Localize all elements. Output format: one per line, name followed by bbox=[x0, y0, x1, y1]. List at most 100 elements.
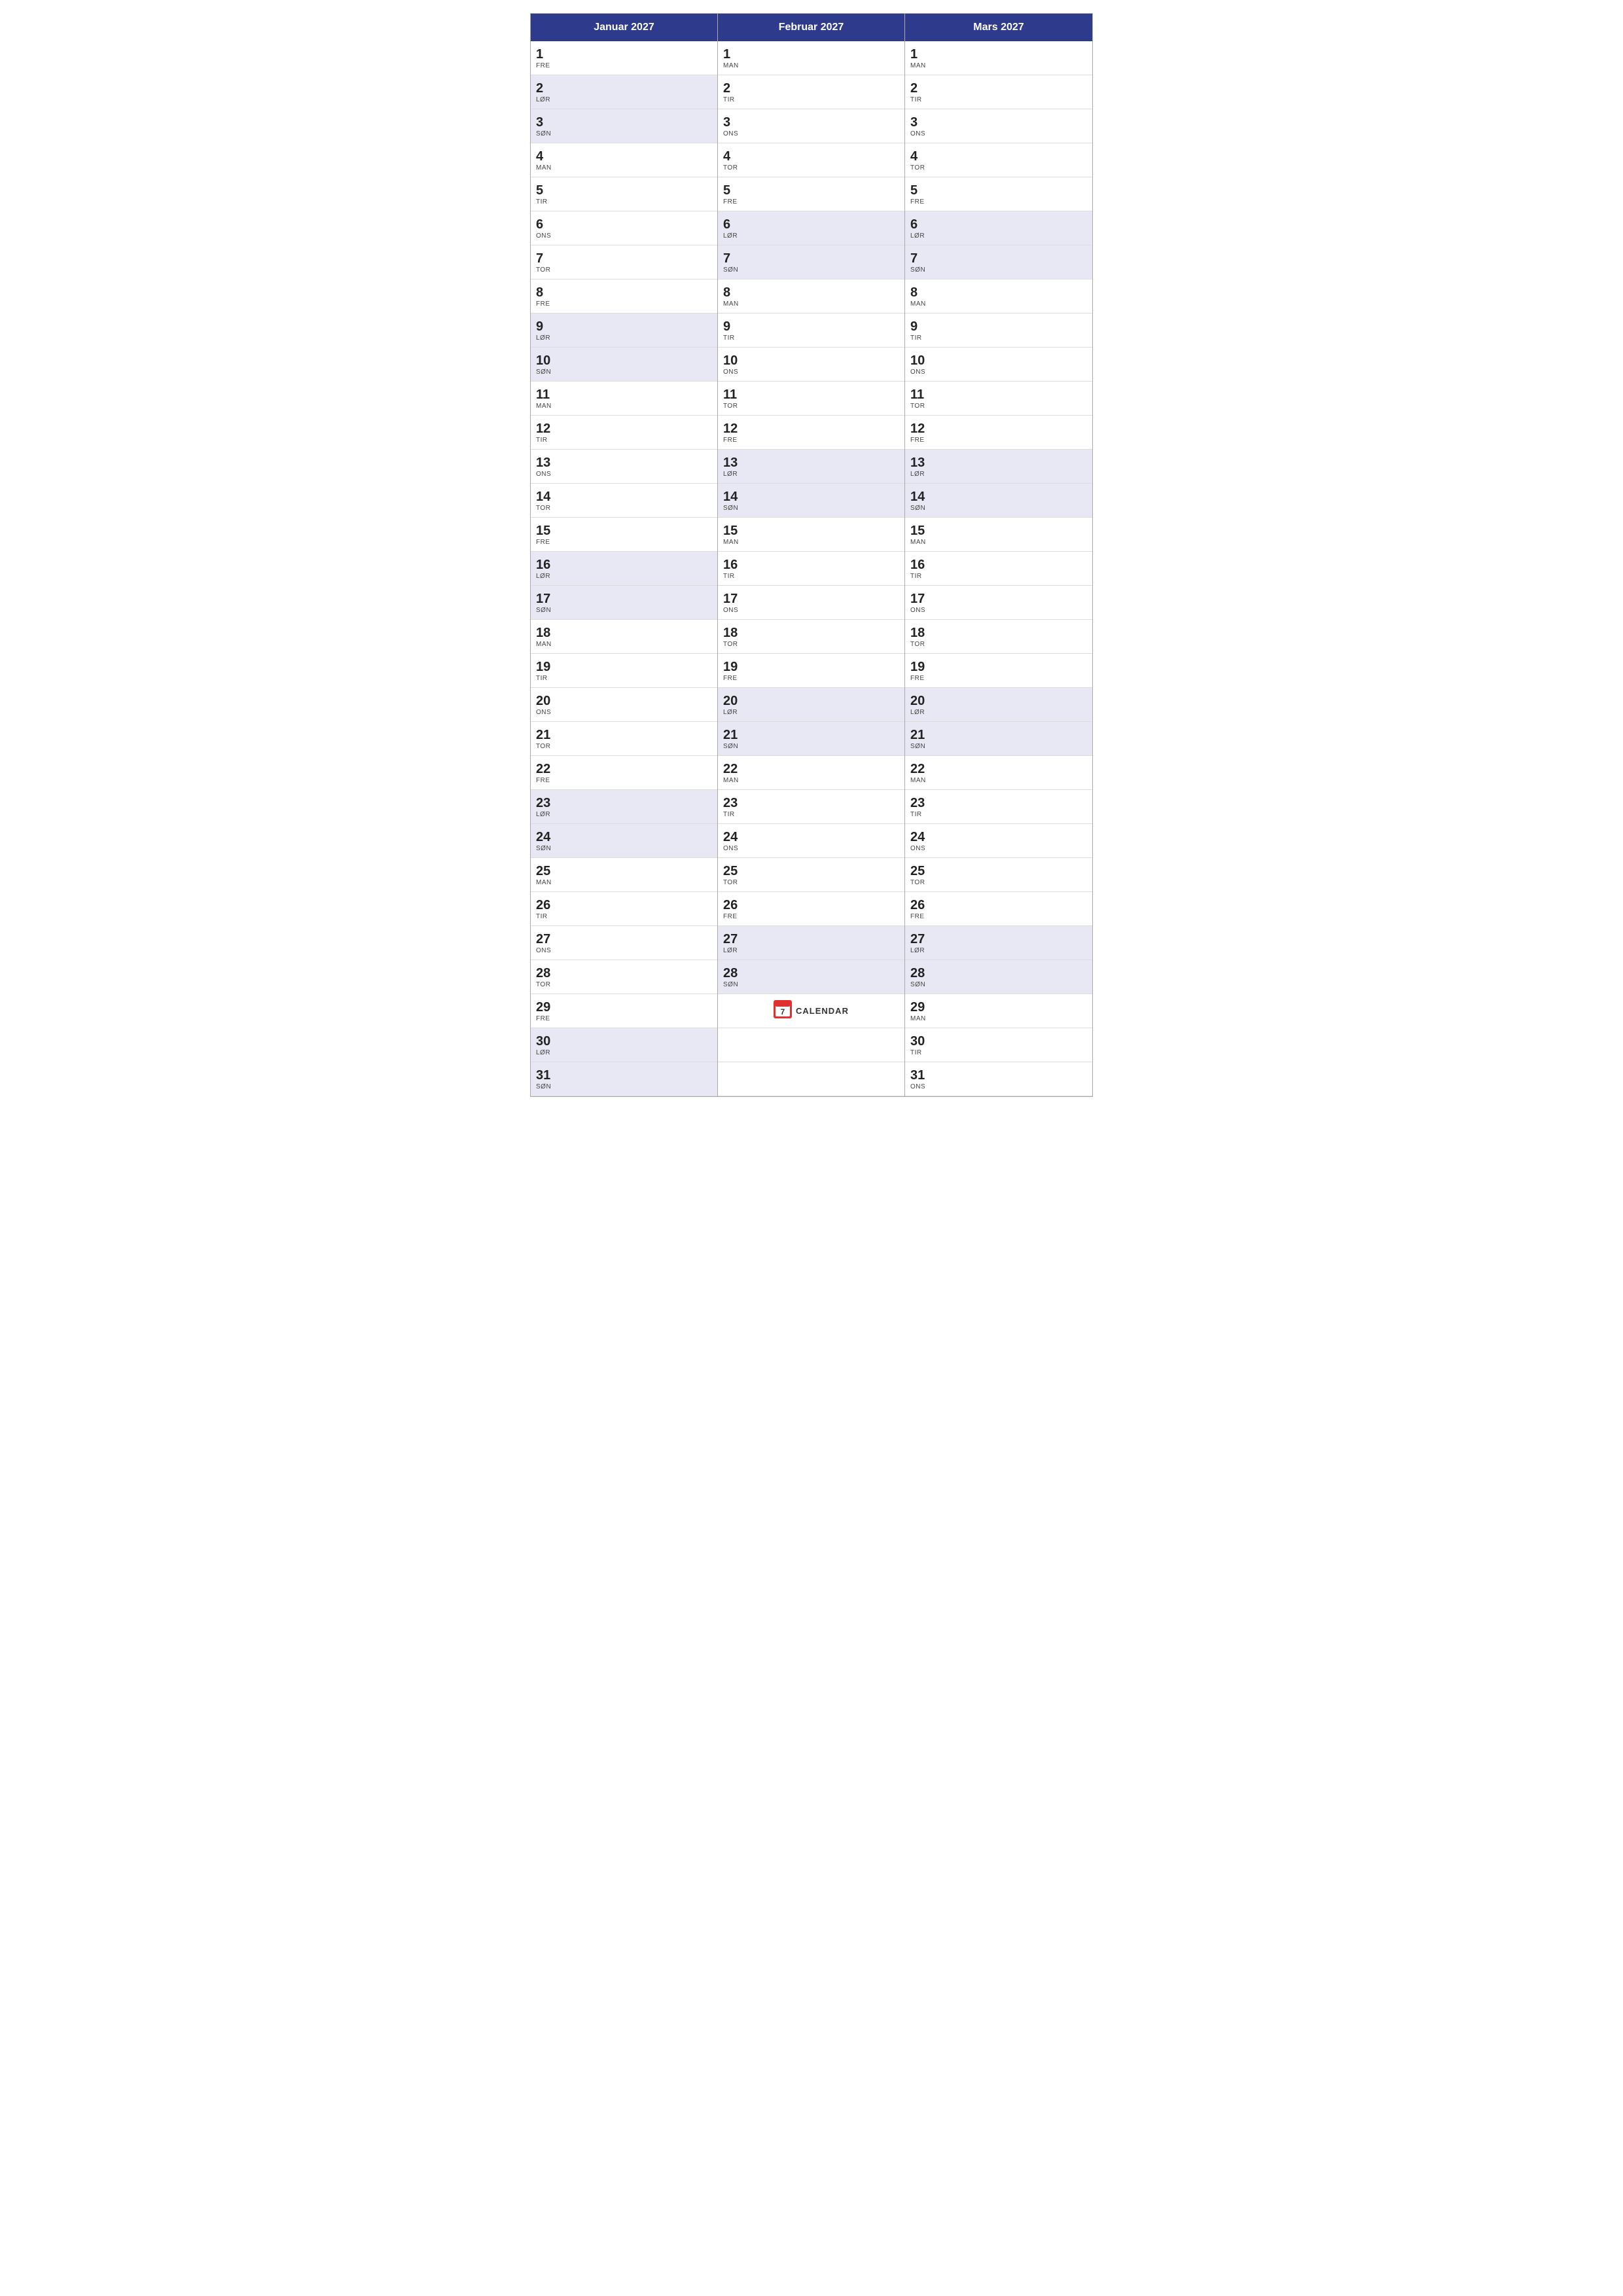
day-row: 7TOR bbox=[531, 245, 717, 279]
day-row: 22FRE bbox=[531, 756, 717, 790]
day-name: FRE bbox=[723, 913, 899, 920]
day-row: 28SØN bbox=[905, 960, 1092, 994]
day-number: 2 bbox=[723, 81, 899, 96]
day-name: LØR bbox=[910, 709, 1087, 716]
day-number: 11 bbox=[723, 387, 899, 403]
day-number: 6 bbox=[536, 217, 712, 232]
day-row: 4TOR bbox=[905, 143, 1092, 177]
day-name: TOR bbox=[910, 403, 1087, 410]
day-number: 15 bbox=[536, 523, 712, 539]
day-row: 24ONS bbox=[905, 824, 1092, 858]
day-name: LØR bbox=[910, 232, 1087, 240]
day-number: 11 bbox=[536, 387, 712, 403]
day-name: TIR bbox=[536, 913, 712, 920]
day-name: TOR bbox=[536, 981, 712, 988]
day-name: LØR bbox=[536, 573, 712, 580]
day-number: 28 bbox=[536, 965, 712, 981]
day-name: LØR bbox=[723, 709, 899, 716]
day-number: 19 bbox=[536, 659, 712, 675]
day-name: SØN bbox=[536, 607, 712, 614]
day-name: FRE bbox=[910, 913, 1087, 920]
day-name: ONS bbox=[536, 947, 712, 954]
day-row: 20ONS bbox=[531, 688, 717, 722]
day-number: 13 bbox=[536, 455, 712, 471]
day-number: 20 bbox=[723, 693, 899, 709]
day-number: 14 bbox=[910, 489, 1087, 505]
day-name: SØN bbox=[536, 1083, 712, 1090]
day-row: 23TIR bbox=[905, 790, 1092, 824]
day-row: 1MAN bbox=[905, 41, 1092, 75]
day-row: 11TOR bbox=[718, 382, 904, 416]
day-row: 19FRE bbox=[905, 654, 1092, 688]
day-row: 6LØR bbox=[718, 211, 904, 245]
day-name: TIR bbox=[536, 675, 712, 682]
day-name: FRE bbox=[910, 675, 1087, 682]
day-number: 15 bbox=[910, 523, 1087, 539]
day-name: TIR bbox=[910, 96, 1087, 103]
day-number: 9 bbox=[536, 319, 712, 334]
day-name: SØN bbox=[910, 981, 1087, 988]
day-row: 24SØN bbox=[531, 824, 717, 858]
day-name: FRE bbox=[536, 777, 712, 784]
day-name: MAN bbox=[536, 879, 712, 886]
day-number: 16 bbox=[723, 557, 899, 573]
day-name: ONS bbox=[910, 845, 1087, 852]
day-name: TIR bbox=[910, 1049, 1087, 1056]
day-number: 18 bbox=[723, 625, 899, 641]
day-number: 29 bbox=[536, 999, 712, 1015]
day-number: 21 bbox=[536, 727, 712, 743]
month-column-1: Januar 20271FRE2LØR3SØN4MAN5TIR6ONS7TOR8… bbox=[531, 14, 718, 1096]
day-number: 5 bbox=[910, 183, 1087, 198]
day-row: 31ONS bbox=[905, 1062, 1092, 1096]
day-number: 10 bbox=[723, 353, 899, 368]
day-name: LØR bbox=[536, 334, 712, 342]
day-row: 2LØR bbox=[531, 75, 717, 109]
month-column-3: Mars 20271MAN2TIR3ONS4TOR5FRE6LØR7SØN8MA… bbox=[905, 14, 1092, 1096]
day-row: 9TIR bbox=[718, 314, 904, 348]
day-row: 3SØN bbox=[531, 109, 717, 143]
day-name: MAN bbox=[723, 62, 899, 69]
day-number: 8 bbox=[536, 285, 712, 300]
day-number: 2 bbox=[536, 81, 712, 96]
day-name: TOR bbox=[910, 641, 1087, 648]
day-number: 17 bbox=[910, 591, 1087, 607]
day-row: 30LØR bbox=[531, 1028, 717, 1062]
day-number: 30 bbox=[910, 1033, 1087, 1049]
day-number: 12 bbox=[910, 421, 1087, 437]
day-row: 5FRE bbox=[905, 177, 1092, 211]
day-number: 16 bbox=[910, 557, 1087, 573]
day-name: LØR bbox=[910, 471, 1087, 478]
day-row: 22MAN bbox=[905, 756, 1092, 790]
day-row: 13LØR bbox=[905, 450, 1092, 484]
day-name: SØN bbox=[910, 505, 1087, 512]
day-row: 23TIR bbox=[718, 790, 904, 824]
day-row: 18TOR bbox=[905, 620, 1092, 654]
day-row: 8FRE bbox=[531, 279, 717, 314]
day-name: LØR bbox=[536, 811, 712, 818]
day-name: ONS bbox=[910, 130, 1087, 137]
day-name: ONS bbox=[910, 1083, 1087, 1090]
day-name: FRE bbox=[910, 437, 1087, 444]
day-row: 18MAN bbox=[531, 620, 717, 654]
day-name: SØN bbox=[723, 981, 899, 988]
day-name: MAN bbox=[910, 539, 1087, 546]
day-row: 19TIR bbox=[531, 654, 717, 688]
day-number: 22 bbox=[723, 761, 899, 777]
day-row: 7SØN bbox=[905, 245, 1092, 279]
day-number: 9 bbox=[723, 319, 899, 334]
day-number: 8 bbox=[723, 285, 899, 300]
calendar-icon-svg: 7 bbox=[774, 1000, 792, 1018]
month-header-2: Februar 2027 bbox=[718, 14, 904, 41]
day-number: 12 bbox=[723, 421, 899, 437]
day-name: TIR bbox=[723, 811, 899, 818]
day-row: 23LØR bbox=[531, 790, 717, 824]
day-name: MAN bbox=[910, 1015, 1087, 1022]
day-row: 25TOR bbox=[718, 858, 904, 892]
day-name: FRE bbox=[723, 198, 899, 206]
day-name: ONS bbox=[723, 130, 899, 137]
day-number: 13 bbox=[910, 455, 1087, 471]
day-number: 19 bbox=[723, 659, 899, 675]
day-name: SØN bbox=[723, 743, 899, 750]
day-number: 19 bbox=[910, 659, 1087, 675]
day-name: LØR bbox=[723, 471, 899, 478]
